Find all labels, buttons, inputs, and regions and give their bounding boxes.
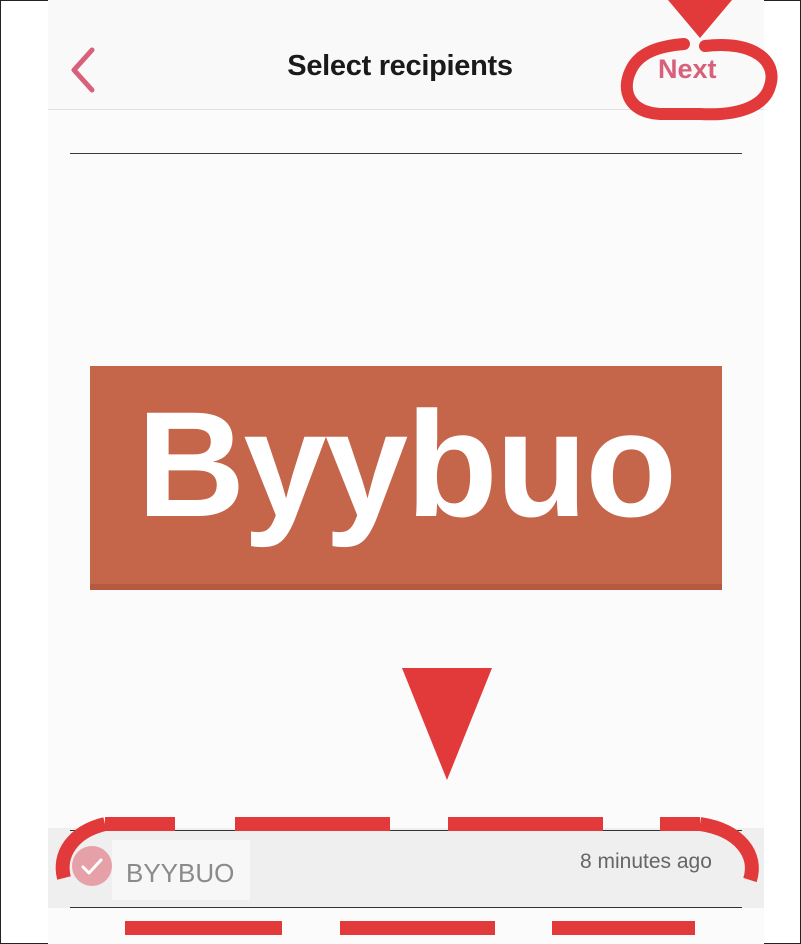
down-arrow-icon [402, 668, 492, 780]
next-highlight-circle [620, 38, 778, 121]
annotation-overlay [55, 0, 778, 935]
recipient-highlight-dashed [55, 817, 759, 935]
top-arrow-icon [668, 0, 732, 38]
